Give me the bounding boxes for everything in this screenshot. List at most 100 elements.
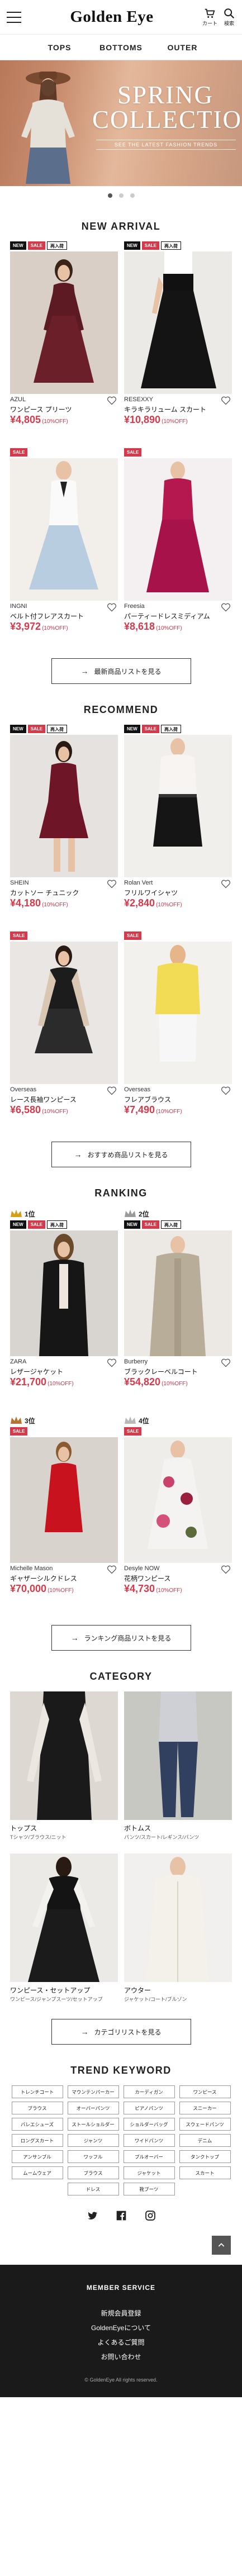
trend-keyword-button[interactable]: スウェードパンツ <box>179 2118 231 2131</box>
product-card[interactable]: 2位 NEW SALE 再入荷 Burberry ブラックレーベルコート ¥54,8… <box>124 1208 232 1415</box>
favorite-heart-icon[interactable] <box>107 1358 117 1367</box>
trend-keyword-button[interactable]: ドレス <box>67 2183 119 2195</box>
search-icon <box>224 8 235 19</box>
footer-title: MEMBER SERVICE <box>86 2284 156 2292</box>
category-card-onepiece[interactable]: ワンピース・セットアップ ワンピース/ジャンプスーツ/セットアップ <box>10 1853 118 2016</box>
ranking-more-label: ランキング商品リストを見る <box>84 1634 172 1642</box>
ranking-more-button[interactable]: → ランキング商品リストを見る <box>51 1625 191 1651</box>
category-card-tops[interactable]: トップス Tシャツ/ブラウス/ニット <box>10 1691 118 1853</box>
product-brand: Rolan Vert <box>124 880 153 886</box>
trend-keyword-button[interactable]: ジャケット <box>123 2166 175 2179</box>
favorite-heart-icon[interactable] <box>107 1086 117 1095</box>
trend-keyword-button[interactable]: トレンチコート <box>11 2085 63 2098</box>
favorite-heart-icon[interactable] <box>107 1565 117 1574</box>
tab-outer[interactable]: OUTER <box>152 43 213 52</box>
rank-label: 1位 <box>25 1210 35 1218</box>
favorite-heart-icon[interactable] <box>221 880 231 888</box>
product-card[interactable]: NEW SALE 再入荷 RESEXXY キラキラリューム スカート ¥10,890… <box>124 241 232 448</box>
product-card[interactable]: SALE INGNI ベルト付フレアスカート ¥3,972 (10%OFF) <box>10 448 118 655</box>
trend-keyword-button[interactable]: アンサンブル <box>11 2150 63 2163</box>
product-card[interactable]: SALE Overseas フレアブラウス ¥7,490 (10%OFF) <box>124 931 232 1138</box>
trend-keyword-button[interactable]: オーバーパンツ <box>67 2102 119 2114</box>
trend-keyword-button[interactable]: ストールショルダー <box>67 2118 119 2131</box>
product-image <box>124 942 232 1084</box>
cart-label: カート <box>202 21 217 26</box>
badge-restock: 再入荷 <box>47 1220 68 1229</box>
favorite-heart-icon[interactable] <box>221 1358 231 1367</box>
product-discount: (10%OFF) <box>42 625 68 631</box>
footer-link-register[interactable]: 新規会員登録 <box>0 2308 242 2318</box>
hero-banner[interactable]: SPRING COLLECTION SEE THE LATEST FASHION… <box>0 60 242 186</box>
product-card[interactable]: 3位 SALE Michelle Mason ギャザーシルクドレス ¥70,00… <box>10 1415 118 1622</box>
footer-link-faq[interactable]: よくあるご質問 <box>0 2337 242 2347</box>
footer-link-contact[interactable]: お問い合わせ <box>0 2352 242 2361</box>
recommend-more-button[interactable]: → おすすめ商品リストを見る <box>51 1142 191 1167</box>
trend-keyword-button[interactable]: ジャンツ <box>67 2134 119 2147</box>
search-button[interactable]: 検索 <box>223 7 235 27</box>
product-name: パーティードレスミディアム <box>124 612 210 620</box>
page-top-button[interactable] <box>212 2236 231 2255</box>
trend-keyword-button[interactable]: 靴ブーツ <box>123 2183 175 2195</box>
site-logo[interactable]: Golden Eye <box>70 8 153 26</box>
product-card[interactable]: SALE Freesia パーティードレスミディアム ¥8,618 (10%OFF… <box>124 448 232 655</box>
favorite-heart-icon[interactable] <box>107 880 117 888</box>
trend-keyword-button[interactable]: ワンピース <box>179 2085 231 2098</box>
new-arrival-more-button[interactable]: → 最新商品リストを見る <box>51 658 191 684</box>
favorite-heart-icon[interactable] <box>107 396 117 405</box>
trend-keyword-button[interactable]: カーディガン <box>123 2085 175 2098</box>
trend-keyword-button[interactable]: バレエシューズ <box>11 2118 63 2131</box>
trend-keyword-button[interactable]: マウンテンパーカー <box>67 2085 119 2098</box>
product-discount: (10%OFF) <box>162 419 188 425</box>
footer-link-about[interactable]: GoldenEyeについて <box>0 2323 242 2332</box>
carousel-dot-2[interactable] <box>118 193 124 198</box>
category-more-button[interactable]: → カテゴリリストを見る <box>51 2019 191 2045</box>
crown-silver-icon <box>125 1210 136 1217</box>
menu-icon[interactable] <box>7 11 21 23</box>
category-card-outer[interactable]: アウター ジャケット/コート/ブルゾン <box>124 1853 232 2016</box>
favorite-heart-icon[interactable] <box>221 1565 231 1574</box>
trend-keyword-button[interactable]: ブラウス <box>11 2102 63 2114</box>
product-image <box>124 251 232 394</box>
tab-tops[interactable]: TOPS <box>29 43 91 52</box>
badge-sale: SALE <box>141 241 160 250</box>
facebook-icon[interactable] <box>116 2210 127 2221</box>
category-subtitle: ジャケット/コート/ブルゾン <box>124 1997 187 2002</box>
badge-restock: 再入荷 <box>161 725 182 733</box>
trend-keyword-button[interactable]: ムームウェア <box>11 2166 63 2179</box>
badge-sale: SALE <box>124 931 142 940</box>
product-brand: Desyle NOW <box>124 1565 160 1572</box>
product-card[interactable]: NEW SALE 再入荷 Rolan Vert フリルワイシャツ ¥2,840 (10… <box>124 725 232 931</box>
twitter-icon[interactable] <box>87 2210 98 2221</box>
trend-keyword-button[interactable]: スニーカー <box>179 2102 231 2114</box>
product-card[interactable]: SALE Overseas レース長袖ワンピース ¥6,580 (10%OFF) <box>10 931 118 1138</box>
trend-keyword-button[interactable]: タンクトップ <box>179 2150 231 2163</box>
product-price: ¥54,820 <box>124 1376 161 1387</box>
instagram-icon[interactable] <box>145 2210 156 2221</box>
carousel-dot-3[interactable] <box>130 193 135 198</box>
trend-keyword-button[interactable]: ワッフル <box>67 2150 119 2163</box>
trend-keyword-button[interactable]: スカート <box>179 2166 231 2179</box>
favorite-heart-icon[interactable] <box>107 603 117 612</box>
trend-keyword-button[interactable]: デニム <box>179 2134 231 2147</box>
trend-keyword-button[interactable]: ワイドパンツ <box>123 2134 175 2147</box>
cart-button[interactable]: カート <box>202 7 217 27</box>
trend-keyword-button[interactable]: ロングスカート <box>11 2134 63 2147</box>
category-card-bottoms[interactable]: ボトムス パンツ/スカート/レギンス/パンツ <box>124 1691 232 1853</box>
carousel-dot-1[interactable] <box>107 193 112 198</box>
product-card[interactable]: 1位 NEW SALE 再入荷 ZARA レザージャケット ¥21,700 (10%O… <box>10 1208 118 1415</box>
badge-sale: SALE <box>10 448 28 457</box>
trend-keyword-button[interactable]: プルオーバー <box>123 2150 175 2163</box>
product-image <box>10 458 118 601</box>
favorite-heart-icon[interactable] <box>221 603 231 612</box>
product-name: レース長袖ワンピース <box>10 1096 77 1104</box>
favorite-heart-icon[interactable] <box>221 396 231 405</box>
trend-keyword-button[interactable]: ショルダーバッグ <box>123 2118 175 2131</box>
trend-keyword-button[interactable]: ブラウス <box>67 2166 119 2179</box>
product-card[interactable]: NEW SALE 再入荷 AZUL ワンピース プリーツ ¥4,805 (10%OFF… <box>10 241 118 448</box>
category-subtitle: ワンピース/ジャンプスーツ/セットアップ <box>10 1997 103 2002</box>
product-card[interactable]: NEW SALE 再入荷 SHEIN カットソー チュニック ¥4,180 (10%O… <box>10 725 118 931</box>
tab-bottoms[interactable]: BOTTOMS <box>91 43 152 52</box>
trend-keyword-button[interactable]: ピアノパンツ <box>123 2102 175 2114</box>
product-card[interactable]: 4位 SALE Desyle NOW 花柄ワンピース ¥4,730 (10%OFF… <box>124 1415 232 1622</box>
favorite-heart-icon[interactable] <box>221 1086 231 1095</box>
